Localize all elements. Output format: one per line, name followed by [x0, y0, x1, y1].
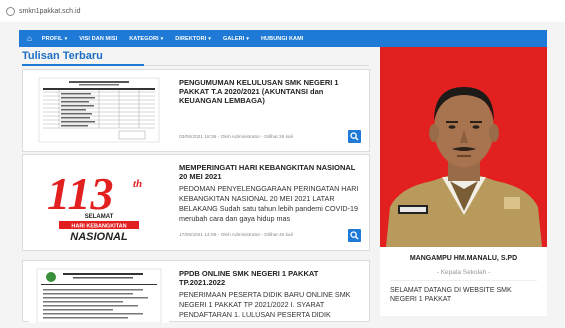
search-icon [350, 132, 359, 141]
banner-line-2: HARI KEBANGKITAN [71, 224, 126, 230]
post-card: 113 th SELAMAT HARI KEBANGKITAN NASIONAL… [22, 154, 370, 251]
nav-item-direktori[interactable]: DIREKTORI ▾ [175, 36, 211, 42]
principal-name: MANGAMPU HM.MANALU, S.PD [409, 255, 518, 262]
principal-sidebar: MANGAMPU HM.MANALU, S.PD - Kepala Sekola… [380, 47, 547, 316]
post-title[interactable]: PPDB ONLINE SMK NEGERI 1 PAKKAT TP.2021.… [179, 269, 361, 287]
main-navbar: ⌂ PROFIL ▾ VISI DAN MISI KATEGORI ▾ DIREKT… [19, 30, 547, 47]
home-icon[interactable]: ⌂ [27, 34, 32, 43]
post-card: PENGUMUMAN KELULUSAN SMK NEGERI 1 PAKKAT… [22, 69, 370, 152]
main-content: Tulisan Terbaru PENGUMUMAN KELULUSAN SMK… [19, 47, 379, 324]
post-thumbnail-document[interactable] [29, 76, 169, 144]
nav-item-hubungi-kami[interactable]: HUBUNGI KAMI [261, 36, 303, 42]
nav-item-galeri[interactable]: GALERI ▾ [223, 36, 249, 42]
document-table-image [38, 77, 160, 143]
url-text[interactable]: smkn1pakkat.sch.id [19, 8, 80, 15]
nav-item-kategori[interactable]: KATEGORI ▾ [129, 36, 163, 42]
nav-item-profil[interactable]: PROFIL ▾ [42, 36, 67, 42]
post-thumbnail-ppdb[interactable] [29, 267, 169, 324]
banner-line-3: NASIONAL [70, 231, 128, 243]
principal-portrait-image [380, 47, 547, 247]
section-divider [144, 65, 369, 66]
hari-kebangkitan-banner-image: 113 th SELAMAT HARI KEBANGKITAN NASIONAL [47, 168, 142, 243]
post-search-button[interactable] [348, 229, 361, 242]
post-meta: 17/05/2021 14:59 - Oleh Administrator - … [179, 233, 293, 238]
banner-superscript: th [133, 178, 142, 190]
welcome-text: SELAMAT DATANG DI WEBSITE SMK NEGERI 1 P… [390, 287, 512, 303]
section-title-underline [22, 64, 144, 66]
principal-role: - Kepala Sekolah - [436, 269, 491, 276]
post-thumbnail-harkitnas[interactable]: 113 th SELAMAT HARI KEBANGKITAN NASIONAL [29, 161, 169, 243]
post-title[interactable]: MEMPERINGATI HARI KEBANGKITAN NASIONAL 2… [179, 163, 361, 181]
banner-line-1: SELAMAT [85, 214, 114, 220]
banner-number: 113 [47, 168, 113, 219]
sidebar-divider [390, 280, 537, 281]
post-meta: 03/06/2021 18:36 - Oleh Administrator - … [179, 135, 293, 140]
post-search-button[interactable] [348, 130, 361, 143]
browser-address-bar[interactable]: smkn1pakkat.sch.id [0, 0, 565, 22]
post-excerpt: PENERIMAAN PESERTA DIDIK BARU ONLINE SMK… [179, 290, 351, 319]
ppdb-document-image [36, 268, 162, 324]
principal-photo [380, 47, 547, 247]
globe-icon [6, 6, 15, 16]
post-title[interactable]: PENGUMUMAN KELULUSAN SMK NEGERI 1 PAKKAT… [179, 78, 361, 105]
search-icon [350, 231, 359, 240]
section-title: Tulisan Terbaru [22, 50, 103, 62]
post-card: PPDB ONLINE SMK NEGERI 1 PAKKAT TP.2021.… [22, 260, 370, 324]
nav-item-visi-misi[interactable]: VISI DAN MISI [79, 36, 117, 42]
post-excerpt: PEDOMAN PENYELENGGARAAN PERINGATAN HARI … [179, 184, 359, 223]
